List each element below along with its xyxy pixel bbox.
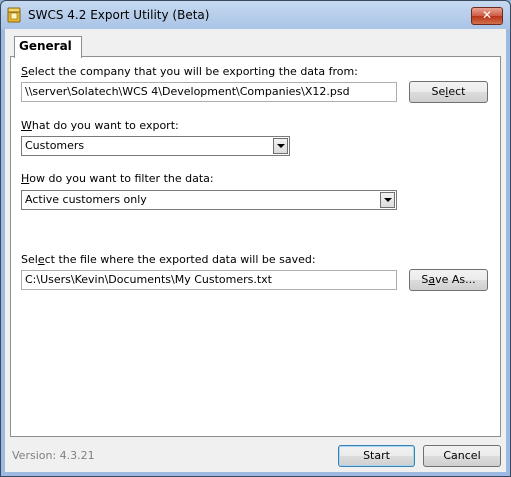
export-type-select[interactable]: Customers bbox=[21, 136, 290, 156]
start-button[interactable]: Start bbox=[338, 445, 415, 467]
export-label: What do you want to export: bbox=[21, 119, 179, 132]
app-icon bbox=[7, 7, 21, 23]
filter-value: Active customers only bbox=[25, 193, 147, 206]
window-title: SWCS 4.2 Export Utility (Beta) bbox=[28, 8, 210, 22]
close-button[interactable]: ✕ bbox=[471, 7, 503, 25]
company-path-field[interactable]: \\server\Solatech\WCS 4\Development\Comp… bbox=[21, 82, 397, 102]
client-area: General Select the company that you will… bbox=[5, 29, 506, 472]
save-as-button[interactable]: Save As... bbox=[409, 269, 488, 291]
select-company-button[interactable]: Select bbox=[409, 81, 488, 103]
app-window: SWCS 4.2 Export Utility (Beta) ✕ General… bbox=[0, 0, 511, 477]
version-label: Version: 4.3.21 bbox=[12, 449, 95, 462]
cancel-button[interactable]: Cancel bbox=[423, 445, 501, 467]
output-label: Select the file where the exported data … bbox=[21, 253, 316, 266]
close-icon: ✕ bbox=[481, 8, 493, 22]
chevron-down-icon[interactable] bbox=[380, 192, 395, 208]
title-bar[interactable]: SWCS 4.2 Export Utility (Beta) ✕ bbox=[1, 1, 510, 29]
tab-general[interactable]: General bbox=[14, 36, 82, 58]
company-label: Select the company that you will be expo… bbox=[21, 65, 358, 78]
tab-general-label: General bbox=[19, 39, 72, 53]
export-type-value: Customers bbox=[25, 139, 85, 152]
filter-select[interactable]: Active customers only bbox=[21, 190, 397, 210]
general-panel: Select the company that you will be expo… bbox=[10, 56, 501, 437]
output-path-field[interactable]: C:\Users\Kevin\Documents\My Customers.tx… bbox=[21, 270, 397, 290]
filter-label: How do you want to filter the data: bbox=[21, 172, 214, 185]
chevron-down-icon[interactable] bbox=[273, 138, 288, 154]
